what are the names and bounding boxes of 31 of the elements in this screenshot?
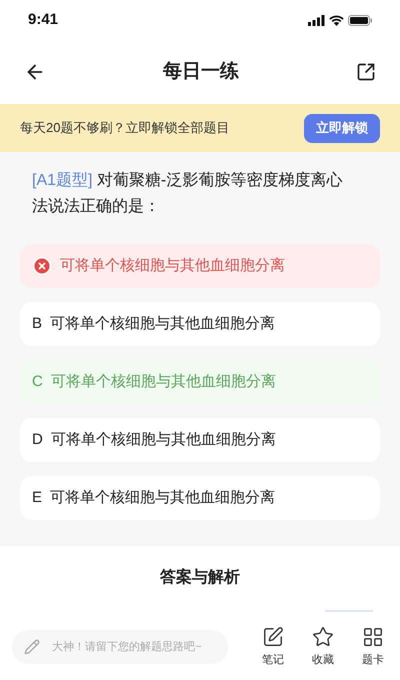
unlock-button[interactable]: 立即解锁 (304, 114, 380, 142)
option-letter: E (32, 488, 42, 508)
option-text: 可将单个核细胞与其他血细胞分离 (50, 488, 276, 508)
option-letter: D (32, 430, 43, 450)
option-text: 可将单个核细胞与其他血细胞分离 (50, 372, 276, 392)
share-icon (356, 62, 376, 82)
status-time: 9:41 (28, 10, 58, 30)
toolbar-button[interactable]: 题卡 (362, 626, 384, 668)
option-text: 可将单个核细胞与其他血细胞分离 (60, 256, 285, 276)
wifi-icon (329, 14, 344, 26)
grid-icon (362, 626, 384, 648)
toolbar-button[interactable]: 笔记 (262, 626, 284, 668)
signal-icon (308, 14, 325, 26)
page-title: 每日一练 (163, 60, 239, 84)
star-icon (312, 626, 334, 648)
option-letter: B (32, 314, 42, 334)
answer-option[interactable]: B 可将单个核细胞与其他血细胞分离 (20, 302, 380, 346)
section-title: 答案与解析 (160, 567, 240, 588)
answer-option[interactable]: D 可将单个核细胞与其他血细胞分离 (20, 418, 380, 462)
toolbar-button[interactable]: 收藏 (312, 626, 334, 668)
option-text: 可将单个核细胞与其他血细胞分离 (50, 430, 276, 450)
option-letter: C (32, 372, 43, 392)
pencil-icon (24, 639, 40, 656)
option-text: 可将单个核细胞与其他血细胞分离 (50, 314, 276, 334)
answer-option[interactable]: E 可将单个核细胞与其他血细胞分离 (20, 476, 380, 520)
comment-field[interactable]: 大神！请留下您的解题思路吧~ (12, 630, 228, 664)
battery-icon (348, 14, 372, 26)
edit-icon (262, 626, 284, 648)
question-text: [A1题型] 对葡聚糖-泛影葡胺等密度梯度离心法说法正确的是： (31, 170, 344, 217)
wrong-icon (32, 256, 52, 276)
promo-text: 每天20题不够刷？立即解锁全部题目 (20, 119, 230, 138)
